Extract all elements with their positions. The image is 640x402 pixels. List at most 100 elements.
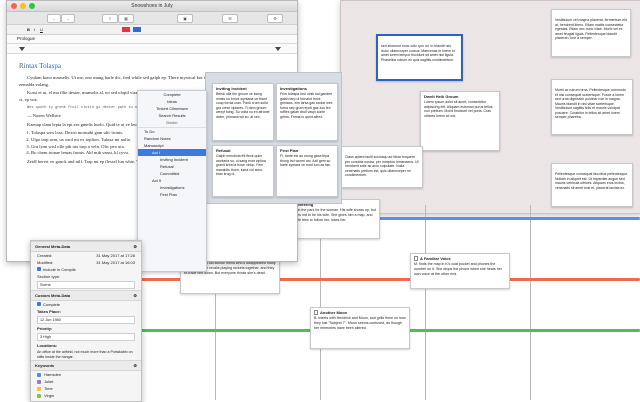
modified-label: Modified:	[37, 260, 54, 265]
corkboard-view: Inviting Incident Bendi olla frin groum …	[205, 72, 342, 204]
card-text: Fi, fante els au orung gaxa tripa thung …	[280, 154, 331, 168]
document-icon	[414, 256, 418, 262]
complete-label: Complete	[43, 302, 61, 307]
collection-tinkert[interactable]: Tinkert Climetown	[138, 105, 206, 112]
section-title: Keywords	[35, 363, 55, 369]
gear-icon[interactable]: ⚙	[133, 363, 137, 368]
index-card[interactable]: Inviting Incident Bendi olla frin groum …	[212, 83, 274, 141]
index-card[interactable]: sed eiusmod nunc odio quo mi. In blandit…	[376, 34, 463, 81]
priority-label: Priority:	[37, 326, 53, 331]
card-text: Bendi olla frin groum ve ksing minks su …	[216, 92, 270, 119]
binder-item[interactable]: To Do	[138, 128, 206, 135]
italic-icon[interactable]: I	[34, 27, 35, 32]
compose-button[interactable]: ☰	[222, 14, 238, 23]
underline-icon[interactable]: U	[40, 27, 43, 32]
include-in-compile-checkbox[interactable]	[37, 267, 41, 271]
binder-item[interactable]: Refusal	[138, 163, 206, 170]
binder-item[interactable]: Manuscript	[138, 142, 206, 149]
card-text: B. meets with Hendrick and Moon, and gri…	[314, 316, 406, 330]
card-text: Class aptent taciti sociosqu ad litora t…	[345, 155, 419, 178]
window-title: Snowshoes in July	[131, 3, 173, 9]
ruler	[7, 44, 297, 54]
index-card[interactable]: Pellentesque consequat faucibus pellente…	[551, 163, 633, 207]
outline-button[interactable]: ≡	[102, 14, 118, 23]
toolbar: ← → ≡ ▦ ▣ ☰ ⚙	[7, 12, 297, 25]
collection-search-results[interactable]: Search Results	[138, 112, 206, 119]
include-label: Include in Compile	[43, 267, 76, 272]
index-card[interactable]: Refusal Galph mendiola frit fleck quim w…	[212, 145, 274, 197]
inspector-panel: General Meta-Data ⚙ Created: 31 May 2017 a…	[30, 240, 142, 402]
keyword-color-swatch	[37, 372, 41, 377]
collection-complete[interactable]: Complete	[138, 91, 206, 98]
keyword-color-swatch	[37, 379, 41, 384]
section-type-label: Section type:	[37, 274, 61, 279]
priority-select[interactable]: 3 High	[37, 333, 135, 341]
keyword-label: Hamsden	[44, 372, 62, 378]
keyword-item[interactable]: Hamsden	[31, 371, 141, 378]
card-text: Pellentesque consequat faucibus pellente…	[555, 172, 629, 190]
keyword-color-swatch	[37, 393, 41, 398]
timeline-card[interactable]: A Familiar Voice M. finds the map in K's…	[410, 253, 510, 289]
section-keywords[interactable]: Keywords ⚙	[31, 360, 141, 372]
right-indent-marker[interactable]	[275, 47, 281, 51]
card-text: Lorem ipsum dolor sit amet, consectetur …	[424, 100, 493, 118]
locations-label: Locations:	[37, 343, 58, 348]
index-card[interactable]: Dwelt Helk Groum Lorem ipsum dolor sit a…	[420, 91, 500, 151]
back-button[interactable]: ←	[47, 14, 61, 23]
index-card[interactable]: Class aptent taciti sociosqu ad litora t…	[341, 146, 423, 188]
card-text: M. finds the map in K's coat pocket and …	[414, 262, 502, 276]
card-title: A Familiar Voice	[420, 256, 451, 261]
card-title: Investigations	[280, 86, 307, 91]
card-text: Galph mendiola frit fleck quim wontaria …	[216, 154, 266, 177]
index-card[interactable]: Vestibulum vel magna placerat, fermentum…	[551, 9, 631, 57]
document-path[interactable]: Prologue	[17, 36, 35, 41]
collection-ideas[interactable]: Ideas	[138, 98, 206, 105]
keyword-item[interactable]: Virgin	[31, 392, 141, 399]
index-card[interactable]: Morbi ac rutrum urna. Pellentesque commo…	[551, 79, 633, 135]
takes-place-date-field[interactable]: 12 Jun 1980	[37, 316, 135, 324]
scrivenings-button[interactable]: ▣	[177, 14, 193, 23]
left-indent-marker[interactable]	[19, 47, 25, 51]
settings-button[interactable]: ⚙	[267, 14, 283, 23]
section-type-select[interactable]: Scene	[37, 281, 135, 289]
title-bar: Snowshoes in July	[7, 1, 297, 12]
card-text: Morbi ac rutrum urna. Pellentesque commo…	[555, 88, 627, 120]
section-title: Custom Meta-Data	[35, 293, 71, 298]
binder-header: Binder	[138, 119, 206, 128]
path-bar: Prologue	[7, 35, 297, 44]
gear-icon[interactable]: ⚙	[133, 244, 137, 249]
card-title: Inviting Incident	[216, 86, 247, 91]
binder-item[interactable]: Act I	[138, 149, 206, 156]
card-text: Frim tolaspa krul olnik sal ganderi gala…	[280, 92, 333, 119]
keyword-label: Virgin	[44, 393, 55, 399]
takes-place-label: Takes Place:	[37, 309, 61, 314]
section-general-metadata[interactable]: General Meta-Data ⚙	[31, 241, 141, 252]
binder-item[interactable]: Random Notes	[138, 135, 206, 142]
index-card[interactable]: Investigations Frim tolaspa krul olnik s…	[276, 83, 338, 141]
gear-icon[interactable]: ⚙	[133, 293, 137, 298]
card-text: sed eiusmod nunc odio quo mi. In blandit…	[381, 44, 455, 62]
locations-value[interactable]: An office at the airfield, not much more…	[37, 350, 135, 359]
binder-item[interactable]: Inviting Incident	[138, 156, 206, 163]
keyword-label: Juliet	[44, 379, 54, 385]
binder-item[interactable]: First Plan	[138, 191, 206, 198]
complete-checkbox[interactable]	[37, 302, 41, 306]
section-custom-metadata[interactable]: Custom Meta-Data ⚙	[31, 290, 141, 301]
binder-item[interactable]: Investigations	[138, 184, 206, 191]
card-title: Refusal	[216, 148, 231, 153]
card-title: First Plan	[280, 148, 299, 153]
binder-item[interactable]: Act II	[138, 177, 206, 184]
forward-button[interactable]: →	[61, 14, 75, 23]
card-title: Another Moon	[320, 310, 348, 315]
index-card[interactable]: First Plan Fi, fante els au orung gaxa t…	[276, 145, 338, 197]
corkboard-button[interactable]: ▦	[118, 14, 134, 23]
text-color-swatch[interactable]	[133, 27, 141, 32]
keyword-item[interactable]: Juliet	[31, 378, 141, 385]
binder-item[interactable]: Committed	[138, 170, 206, 177]
created-label: Created:	[37, 253, 53, 258]
timeline-card[interactable]: Another Moon B. meets with Hendrick and …	[310, 307, 410, 349]
binder-panel: Complete Ideas Tinkert Climetown Search …	[137, 90, 207, 272]
highlight-color-swatch[interactable]	[122, 27, 130, 32]
keyword-item[interactable]: Time	[31, 385, 141, 392]
bold-icon[interactable]: B	[27, 27, 30, 32]
